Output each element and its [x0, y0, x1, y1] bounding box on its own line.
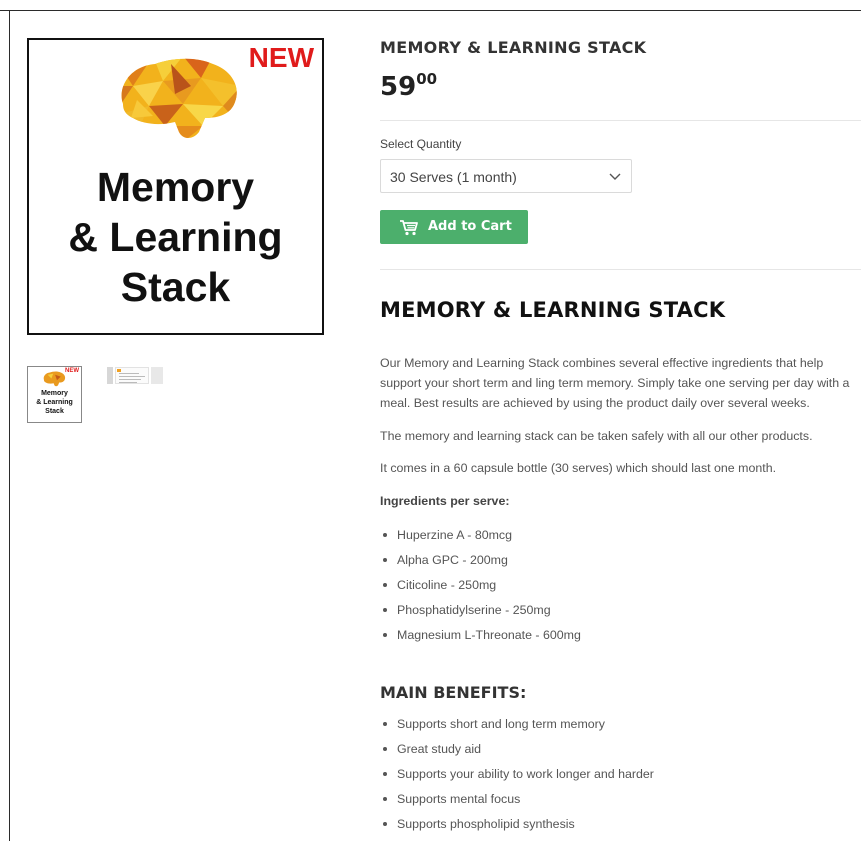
- price-main: 59: [380, 72, 417, 102]
- description-line: support your short term and ling term me…: [380, 376, 850, 390]
- description-paragraph: It comes in a 60 capsule bottle (30 serv…: [380, 461, 777, 475]
- product-title: MEMORY & LEARNING STACK: [380, 38, 647, 57]
- image-title-line: Stack: [120, 264, 231, 310]
- divider: [380, 269, 861, 270]
- image-title-line: & Learning: [68, 214, 283, 260]
- description-line: meal. Best results are achieved by using…: [380, 396, 810, 410]
- quantity-label: Select Quantity: [380, 137, 462, 151]
- benefits-list: Supports short and long term memory Grea…: [380, 716, 654, 841]
- product-main-image[interactable]: NEW Memory & Learning Stack: [27, 38, 324, 335]
- description-paragraph: The memory and learning stack can be tak…: [380, 429, 813, 443]
- list-item: Huperzine A - 80mcg: [380, 527, 581, 552]
- list-item: Supports phospholipid synthesis: [380, 816, 654, 841]
- product-price: 5900: [380, 70, 437, 102]
- list-item: Magnesium L-Threonate - 600mg: [380, 627, 581, 652]
- add-to-cart-button[interactable]: Add to Cart: [380, 210, 528, 244]
- brain-icon: [121, 58, 237, 139]
- browser-top-border: [0, 0, 861, 11]
- thumbnail-new-badge: NEW: [65, 368, 79, 374]
- list-item: Great study aid: [380, 741, 654, 766]
- description-line: Our Memory and Learning Stack combines s…: [380, 356, 824, 370]
- list-item: Supports mental focus: [380, 791, 654, 816]
- thumbnail-label-image[interactable]: [107, 367, 163, 385]
- thumbnail-title: Memory & Learning Stack: [28, 389, 81, 416]
- price-cents: 00: [416, 70, 438, 88]
- description-heading: MEMORY & LEARNING STACK: [380, 298, 726, 322]
- thumbnail-title-line: Stack: [45, 408, 64, 415]
- thumbnail-title-line: Memory: [41, 390, 68, 397]
- list-item: Alpha GPC - 200mg: [380, 552, 581, 577]
- label-image-part: [151, 367, 163, 384]
- quantity-select[interactable]: 30 Serves (1 month): [380, 159, 632, 193]
- thumbnail-product-image[interactable]: NEW Memory & Learning Stack: [27, 366, 82, 423]
- cart-icon: [400, 220, 418, 236]
- chevron-down-icon: [609, 173, 621, 180]
- ingredients-heading: Ingredients per serve:: [380, 494, 510, 508]
- list-item: Phosphatidylserine - 250mg: [380, 602, 581, 627]
- list-item: Supports short and long term memory: [380, 716, 654, 741]
- description-paragraph: Our Memory and Learning Stack combines s…: [380, 353, 861, 413]
- quantity-selected-value: 30 Serves (1 month): [390, 169, 517, 185]
- label-image-logo: [117, 369, 121, 372]
- add-to-cart-label: Add to Cart: [428, 219, 512, 234]
- label-image-part: [107, 367, 113, 384]
- thumbnail-title-line: & Learning: [36, 399, 73, 406]
- new-badge: NEW: [248, 42, 314, 73]
- brain-icon: [43, 371, 66, 387]
- ingredients-list: Huperzine A - 80mcg Alpha GPC - 200mg Ci…: [380, 527, 581, 652]
- browser-left-border: [9, 10, 10, 841]
- product-image-title: Memory & Learning Stack: [29, 162, 322, 312]
- benefits-heading: MAIN BENEFITS:: [380, 683, 527, 702]
- list-item: Supports your ability to work longer and…: [380, 766, 654, 791]
- divider: [380, 120, 861, 121]
- list-item: Citicoline - 250mg: [380, 577, 581, 602]
- image-title-line: Memory: [96, 164, 255, 210]
